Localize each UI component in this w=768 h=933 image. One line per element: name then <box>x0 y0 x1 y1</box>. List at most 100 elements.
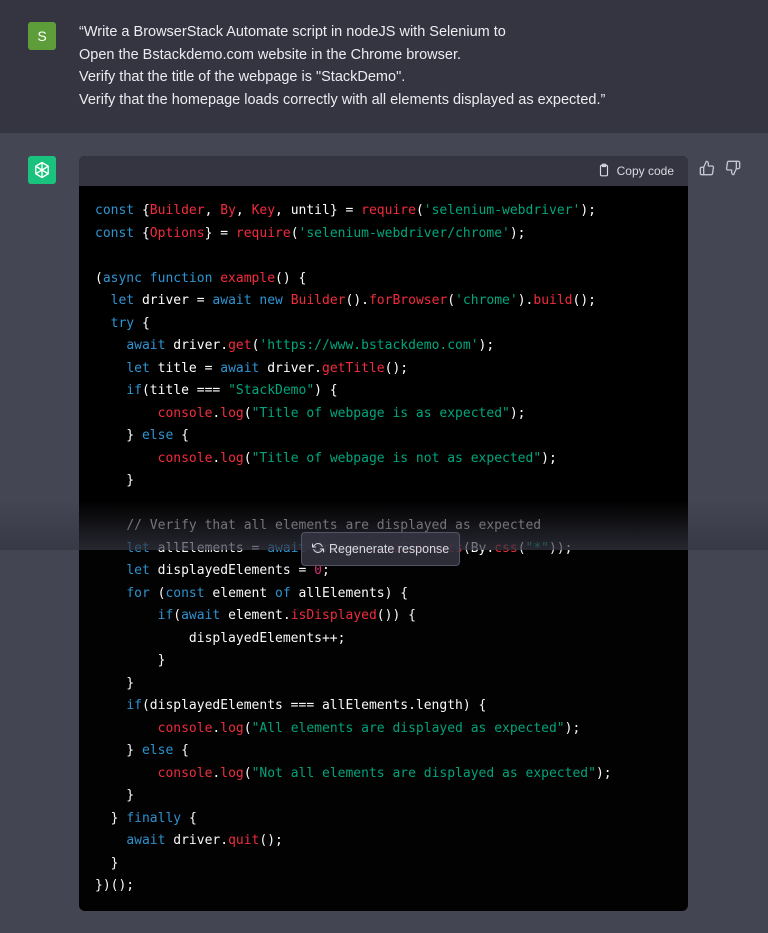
code-token: "Title of webpage is not as expected" <box>251 450 542 466</box>
code-token: 'selenium-webdriver/chrome' <box>298 225 510 241</box>
thumbs-down-icon[interactable] <box>725 160 741 176</box>
code-token: Builder <box>290 293 346 308</box>
code-header: Copy code <box>79 156 688 186</box>
code-line: console.log("Title of webpage is as expe… <box>95 403 688 426</box>
code-token: ( <box>415 203 424 218</box>
code-token: require <box>235 225 291 241</box>
code-line: if(title === "StackDemo") { <box>95 380 688 403</box>
thumbs-up-icon[interactable] <box>699 160 715 176</box>
code-token: async function <box>102 270 221 286</box>
regenerate-response-button[interactable]: Regenerate response <box>301 532 461 566</box>
code-token: title = <box>157 360 221 376</box>
code-token: ); <box>509 225 526 241</box>
code-token: ); <box>509 405 526 421</box>
code-token: driver = <box>141 293 213 308</box>
code-token: { <box>141 315 150 331</box>
code-line: } else { <box>95 425 688 448</box>
user-prompt-line: “Write a BrowserStack Automate script in… <box>79 24 506 40</box>
user-prompt-line: Open the Bstackdemo.com website in the C… <box>79 46 462 63</box>
code-token: driver. <box>267 360 323 376</box>
code-token: "Title of webpage is as expected" <box>251 405 510 421</box>
code-token: () { <box>275 270 307 286</box>
user-prompt: “Write a BrowserStack Automate script in… <box>79 21 719 111</box>
code-token: console <box>157 450 213 466</box>
code-token: forBrowser <box>368 293 448 308</box>
code-line: let driver = await new Builder().forBrow… <box>95 290 688 313</box>
user-message-row: S “Write a BrowserStack Automate script … <box>0 0 768 133</box>
code-token: log <box>220 405 244 421</box>
code-token: ); <box>541 450 557 466</box>
code-token: ( <box>243 450 252 466</box>
code-token: 'selenium-webdriver' <box>423 203 581 218</box>
code-token: "StackDemo" <box>228 383 315 398</box>
feedback-controls <box>699 160 741 176</box>
code-token: } <box>95 473 135 488</box>
user-prompt-line: Verify that the homepage loads correctly… <box>79 91 606 108</box>
code-line: const {Options} = require('selenium-webd… <box>95 223 688 246</box>
code-line: try { <box>95 313 688 336</box>
code-token: let <box>110 293 142 308</box>
code-token: log <box>220 450 244 466</box>
code-token: ( <box>243 405 252 421</box>
code-token: let <box>126 360 158 376</box>
copy-code-button[interactable]: Copy code <box>597 163 674 180</box>
code-token: Builder <box>149 203 205 218</box>
code-token: try <box>110 315 142 331</box>
clipboard-icon <box>597 163 611 180</box>
code-token: // Verify that all elements are displaye… <box>126 518 542 533</box>
code-token: ); <box>580 203 596 218</box>
code-line: const {Builder, By, Key, until} = requir… <box>95 200 688 223</box>
code-token: Options <box>149 225 205 241</box>
code-token: , until} = <box>275 203 362 218</box>
composer-area <box>0 550 768 933</box>
code-token: By <box>220 203 236 218</box>
code-token: await new <box>212 293 291 308</box>
code-token: example <box>220 270 276 286</box>
code-line: (async function example() { <box>95 268 688 291</box>
code-token: await <box>126 338 174 353</box>
openai-logo-icon <box>28 156 56 184</box>
code-token: 'https://www.bstackdemo.com' <box>259 338 479 353</box>
code-token: build <box>533 293 573 308</box>
code-token: await <box>220 360 268 376</box>
code-token: { <box>141 203 150 218</box>
code-token: Key <box>251 203 276 218</box>
code-token: require <box>361 203 416 218</box>
code-token: get <box>228 338 252 353</box>
code-token: const <box>95 203 142 218</box>
code-token: } <box>95 428 142 443</box>
refresh-icon <box>312 542 324 557</box>
code-token: , <box>204 203 221 218</box>
code-token: { <box>141 225 150 241</box>
code-line: } <box>95 470 688 493</box>
code-token: getTitle <box>322 360 385 376</box>
code-token: (); <box>572 293 596 308</box>
code-token: , <box>235 203 252 218</box>
regenerate-label: Regenerate response <box>329 542 450 556</box>
code-line: let title = await driver.getTitle(); <box>95 358 688 381</box>
code-token: ); <box>478 338 495 353</box>
code-token: { <box>181 428 189 443</box>
code-token: else <box>141 428 182 443</box>
user-prompt-line: Verify that the title of the webpage is … <box>79 69 406 85</box>
code-line: await driver.get('https://www.bstackdemo… <box>95 335 688 358</box>
code-token: 'chrome' <box>455 293 518 308</box>
code-token: const <box>95 225 142 241</box>
code-token: (); <box>384 360 409 376</box>
code-token: } = <box>204 225 236 241</box>
code-token: ) { <box>314 383 338 398</box>
code-token: driver. <box>173 338 229 353</box>
code-token: (). <box>345 293 369 308</box>
code-token: (title === <box>141 383 229 398</box>
code-line: console.log("Title of webpage is not as … <box>95 448 688 471</box>
